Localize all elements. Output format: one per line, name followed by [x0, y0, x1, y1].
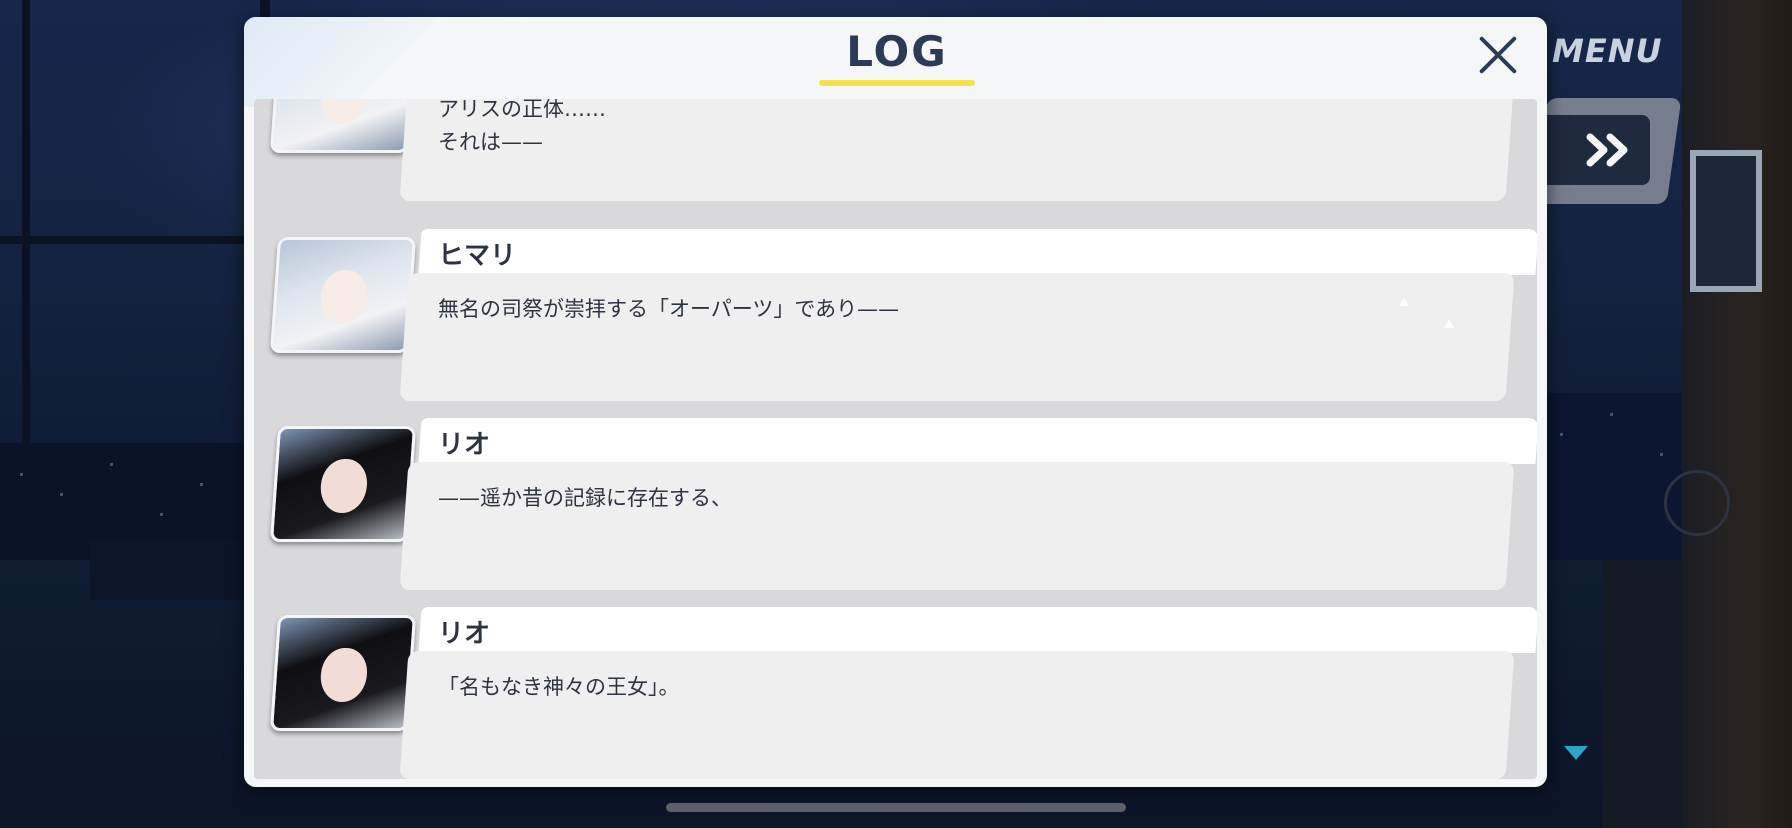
home-indicator-bar[interactable]: [666, 803, 1126, 812]
message-text: ——遥か昔の記録に存在する、: [438, 486, 732, 510]
log-header: LOG: [244, 17, 1547, 89]
menu-button[interactable]: MENU: [1552, 32, 1662, 70]
log-entry: アリスの正体…… それは——: [254, 99, 1537, 209]
speaker-name: ヒマリ: [438, 241, 517, 271]
wall-picture-frame: [1690, 150, 1762, 292]
log-entry: リオ ——遥か昔の記録に存在する、: [254, 418, 1537, 598]
close-button[interactable]: [1474, 30, 1522, 78]
globe-ornament: [1664, 470, 1730, 536]
speaker-name: リオ: [438, 619, 491, 649]
avatar-himari: [269, 99, 417, 153]
log-entry: ヒマリ 無名の司祭が崇拝する「オーパーツ」であり——: [254, 229, 1537, 409]
message-text: 無名の司祭が崇拝する「オーパーツ」であり——: [438, 297, 900, 321]
avatar-himari: [269, 237, 417, 353]
scroll-down-indicator[interactable]: [1564, 746, 1588, 760]
avatar-rio: [269, 615, 417, 731]
sparkle: [1399, 297, 1409, 306]
speaker-tab: [418, 418, 1537, 464]
speaker-tab: [418, 607, 1537, 653]
message-text: アリスの正体…… それは——: [438, 99, 606, 154]
fast-forward-icon: [1586, 133, 1628, 167]
avatar-rio: [269, 426, 417, 542]
sparkle: [1444, 319, 1454, 328]
speaker-name: リオ: [438, 430, 491, 460]
desk: [90, 540, 260, 600]
log-list[interactable]: アリスの正体…… それは—— ヒマリ 無名の司祭が崇拝する「オーパーツ」であり—…: [254, 99, 1537, 779]
right-wall: [1682, 0, 1792, 828]
log-entry: リオ 「名もなき神々の王女」。: [254, 607, 1537, 779]
speaker-tab: [418, 229, 1537, 275]
skip-button[interactable]: [1568, 115, 1650, 185]
log-title: LOG: [846, 27, 948, 76]
title-underline: [819, 80, 975, 86]
message-text: 「名もなき神々の王女」。: [438, 675, 680, 699]
window-transom: [0, 236, 250, 244]
log-panel: LOG アリスの正体…… それは—— ヒマリ 無名の司祭が崇拝する「オーパーツ」…: [244, 17, 1547, 787]
